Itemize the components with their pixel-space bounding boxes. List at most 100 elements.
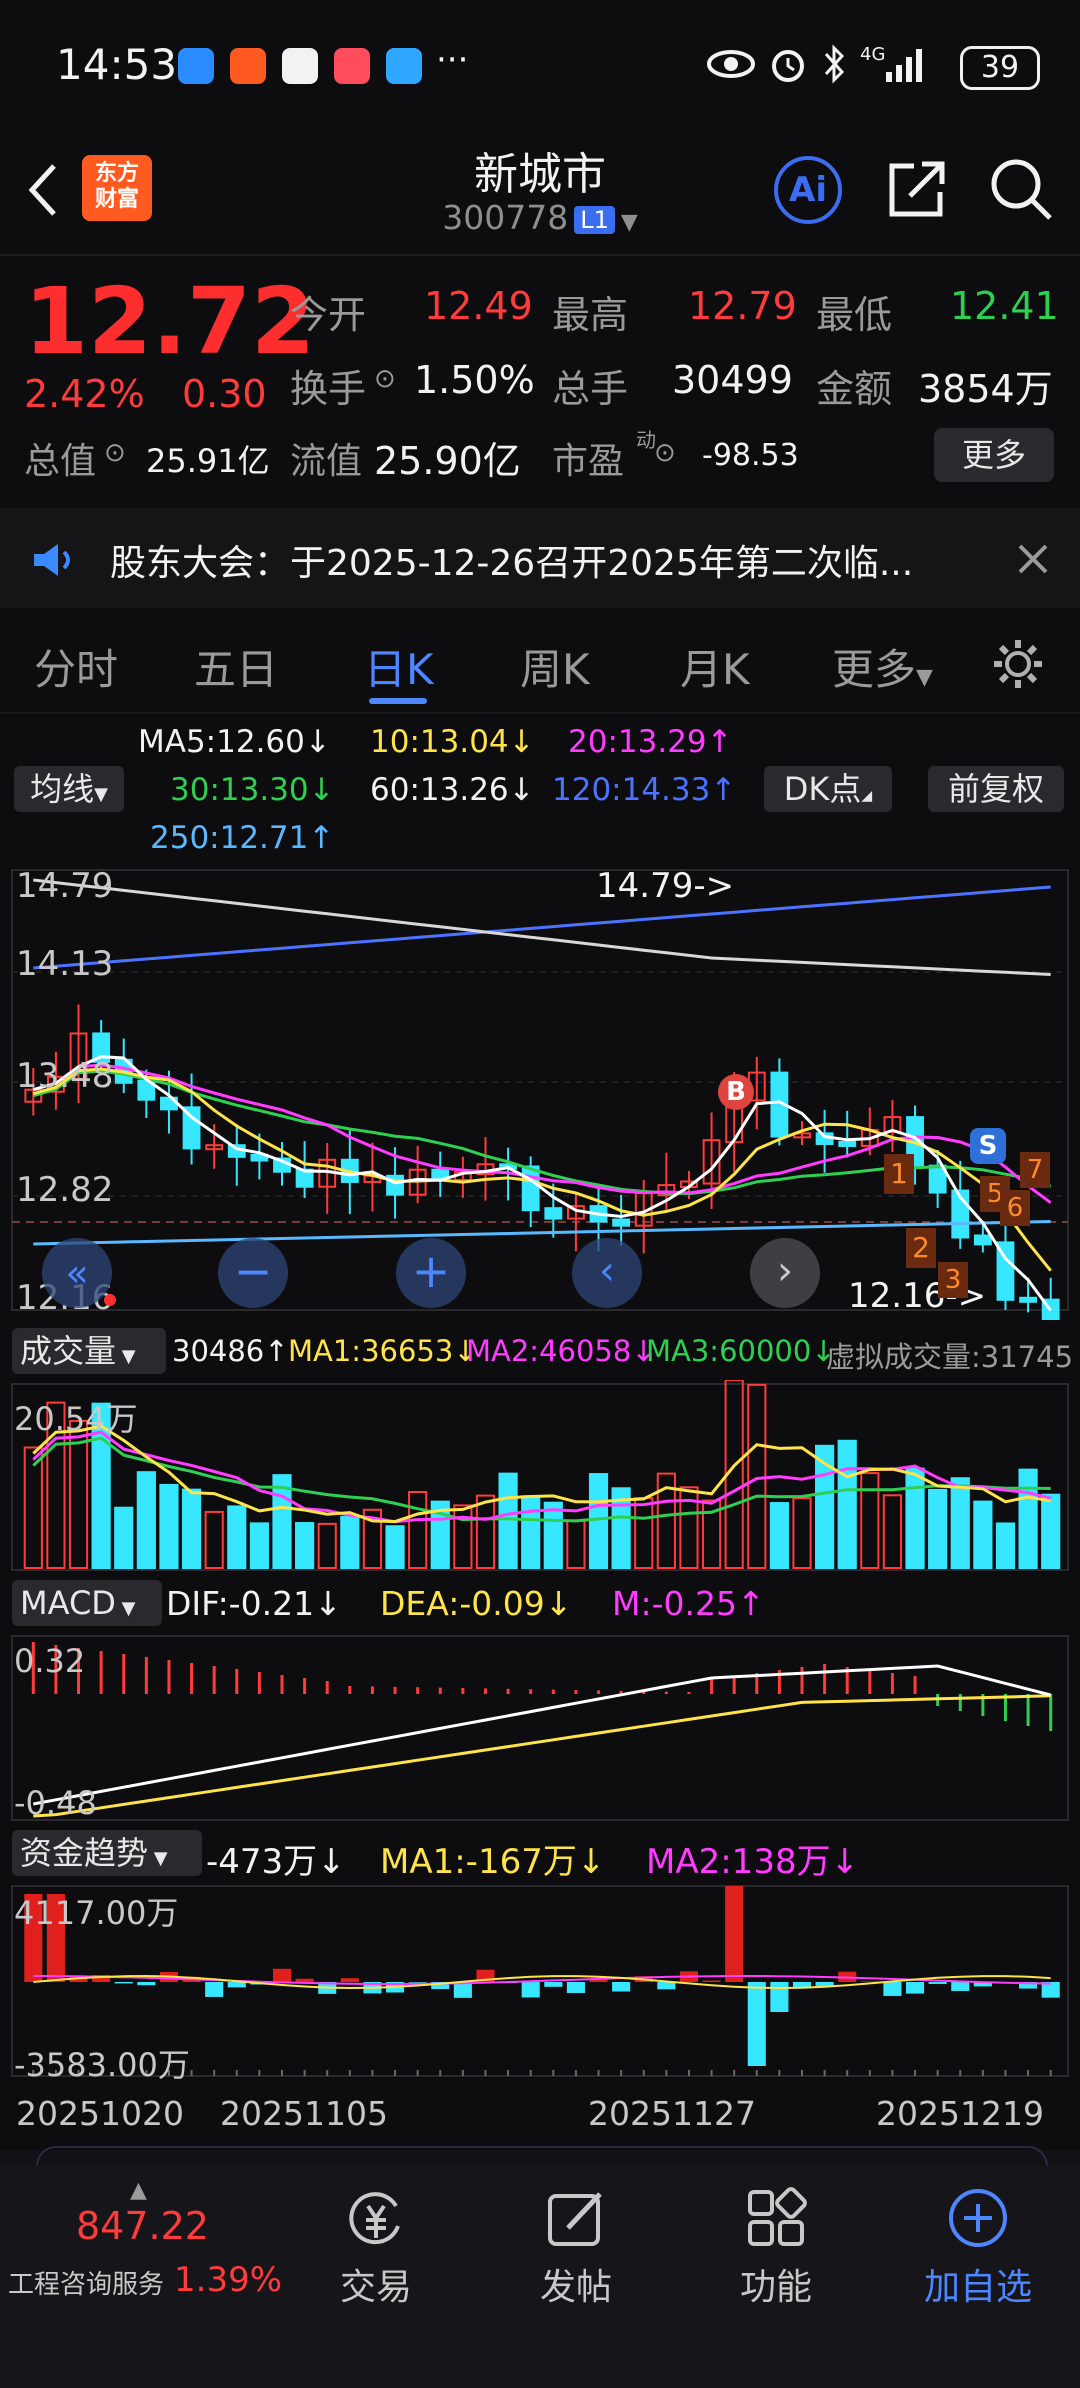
- macd-chart[interactable]: [0, 1634, 1080, 1824]
- volume-bar: [521, 1495, 541, 1569]
- nav-add-watchlist[interactable]: 加自选: [898, 2186, 1058, 2310]
- market-cap-value: 25.91亿: [146, 442, 270, 480]
- ma-selector[interactable]: 均线▼: [14, 766, 124, 812]
- active-tab-indicator: [369, 698, 427, 704]
- volume-ma2: MA2:46058↓: [466, 1334, 656, 1368]
- macd-selector[interactable]: MACD ▼: [12, 1580, 162, 1626]
- search-icon[interactable]: [988, 156, 1054, 222]
- sector-index-value[interactable]: 847.22: [76, 2204, 209, 2248]
- notice-banner[interactable]: 股东大会：于2025-12-26召开2025年第二次临...: [0, 508, 1080, 608]
- fund-bar: [906, 1982, 925, 1994]
- date-label: 20251105: [220, 2094, 388, 2133]
- nav-functions[interactable]: 功能: [696, 2186, 856, 2310]
- tab-weekly-k[interactable]: 周K: [520, 636, 590, 697]
- grid-icon: [748, 2187, 807, 2246]
- candle: [838, 1140, 857, 1147]
- book-app-icon: [334, 48, 370, 84]
- volume-bar: [973, 1500, 993, 1569]
- fund-bar: [725, 1886, 744, 1982]
- volume-bar: [114, 1506, 134, 1569]
- ma5-value: MA5:12.60↓: [138, 724, 331, 760]
- volume-y-label: 20.54万: [14, 1400, 138, 1438]
- count-label: 6: [1000, 1190, 1030, 1226]
- volume-bar: [181, 1488, 202, 1569]
- close-icon[interactable]: [1016, 542, 1050, 576]
- tab-more[interactable]: 更多▼: [832, 636, 933, 697]
- add-icon: [949, 2189, 1007, 2247]
- volume-bar: [950, 1477, 970, 1569]
- change-amount: 0.30: [182, 372, 267, 416]
- nav-post[interactable]: 发帖: [496, 2186, 656, 2310]
- settings-gear-icon[interactable]: [990, 636, 1046, 692]
- volume-bar: [1018, 1468, 1038, 1569]
- send-app-icon: [230, 48, 266, 84]
- volume-bar: [249, 1522, 269, 1570]
- tab-daily-k[interactable]: 日K: [364, 636, 434, 697]
- dk-point-button[interactable]: DK点◢: [764, 766, 892, 812]
- sell-signal-badge[interactable]: S: [970, 1128, 1006, 1164]
- volume-bar: [136, 1471, 156, 1569]
- buy-signal-badge[interactable]: B: [718, 1074, 754, 1110]
- browser-app-icon: [386, 48, 422, 84]
- fund-y-bottom: -3583.00万: [14, 2046, 190, 2084]
- zoom-out-button[interactable]: −: [218, 1238, 288, 1308]
- fund-bar: [702, 1980, 721, 1982]
- tab-five-day[interactable]: 五日: [194, 636, 278, 697]
- trade-icon: [349, 2192, 400, 2245]
- nav-trade-label: 交易: [339, 2267, 412, 2308]
- info-icon[interactable]: ⊙: [654, 438, 676, 468]
- scroll-right-button[interactable]: ›: [750, 1238, 820, 1308]
- post-icon: [548, 2192, 602, 2246]
- macd-dif: DIF:-0.21↓: [166, 1584, 342, 1623]
- info-icon[interactable]: ⊙: [374, 364, 396, 394]
- share-icon[interactable]: [886, 158, 948, 220]
- volume-label: 总手: [552, 367, 629, 411]
- ma20-value: 20:13.29↑: [568, 724, 733, 760]
- fund-bar: [408, 1982, 427, 1983]
- candle: [1019, 1296, 1037, 1303]
- fund-bar: [612, 1982, 631, 1992]
- y-label-1: 14.79: [16, 866, 114, 906]
- eye-icon: [707, 50, 755, 78]
- tab-monthly-k[interactable]: 月K: [680, 636, 750, 697]
- scroll-fast-left-button[interactable]: «: [42, 1238, 112, 1308]
- ma120-value: 120:14.33↑: [552, 772, 737, 808]
- scroll-left-button[interactable]: ‹: [572, 1238, 642, 1308]
- amount-label: 金额: [816, 367, 893, 411]
- candle: [612, 1218, 631, 1227]
- change-percent: 2.42%: [24, 372, 145, 416]
- ai-assistant-button[interactable]: Ai: [774, 156, 842, 224]
- adjust-mode-button[interactable]: 前复权: [928, 766, 1064, 812]
- caret-down-icon: ▼: [916, 665, 933, 690]
- bottom-nav: ▲ 847.22 工程咨询服务 1.39% 交易 发帖 功能 加自选: [0, 2166, 1080, 2388]
- fund-trend-selector[interactable]: 资金趋势 ▼: [12, 1830, 202, 1876]
- notice-text: 股东大会：于2025-12-26召开2025年第二次临...: [110, 543, 914, 584]
- zoom-in-button[interactable]: +: [396, 1238, 466, 1308]
- low-label: 最低: [816, 293, 893, 337]
- sector-name[interactable]: 工程咨询服务: [8, 2264, 164, 2301]
- volume-bar: [408, 1490, 428, 1569]
- ma10-value: 10:13.04↓: [370, 724, 535, 760]
- low-value: 12.41: [950, 284, 1059, 328]
- fund-bar: [114, 1982, 133, 1984]
- message-app-icon: [178, 48, 214, 84]
- pe-label: 市盈: [552, 441, 625, 482]
- nav-add-watchlist-label: 加自选: [923, 2267, 1032, 2308]
- more-notifications-icon: ···: [436, 40, 469, 80]
- float-cap-value: 25.90亿: [374, 439, 521, 483]
- virtual-volume: 虚拟成交量:31745: [826, 1340, 1074, 1374]
- bottom-sheet-handle[interactable]: [36, 2146, 1048, 2168]
- chevron-up-icon[interactable]: ▲: [130, 2178, 147, 2203]
- fund-value: -473万↓: [206, 1842, 346, 1882]
- level-badge: L1: [574, 205, 615, 234]
- volume-ma3: MA3:60000↓: [646, 1334, 836, 1368]
- tab-intraday[interactable]: 分时: [34, 636, 118, 697]
- volume-chart[interactable]: [0, 1380, 1080, 1572]
- volume-bar: [566, 1519, 586, 1569]
- fund-bar: [453, 1982, 472, 1998]
- nav-trade[interactable]: 交易: [296, 2186, 456, 2310]
- volume-indicator-selector[interactable]: 成交量 ▼: [12, 1328, 166, 1374]
- more-quote-button[interactable]: 更多: [934, 428, 1054, 482]
- volume-bar: [340, 1515, 360, 1570]
- info-icon[interactable]: ⊙: [104, 438, 126, 468]
